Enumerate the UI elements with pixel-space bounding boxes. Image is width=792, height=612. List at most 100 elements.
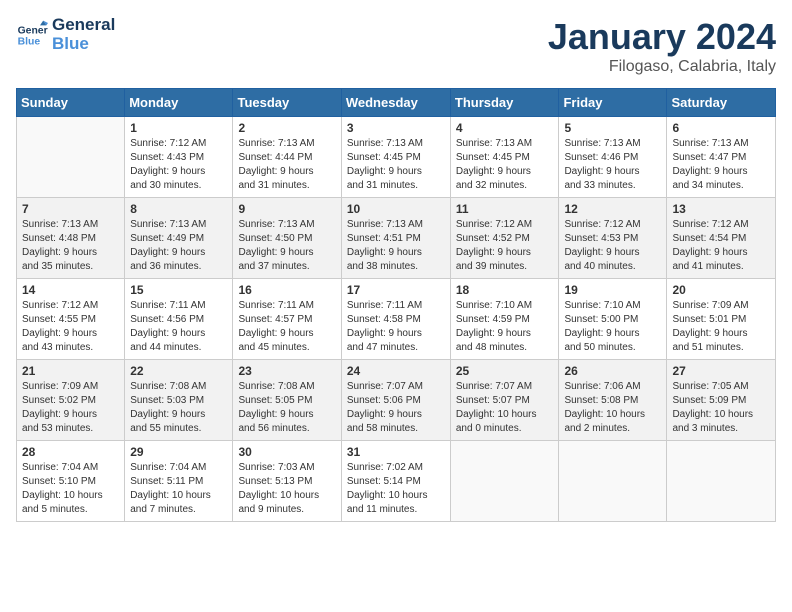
svg-text:Blue: Blue (18, 36, 41, 47)
calendar-cell: 20 Sunrise: 7:09 AMSunset: 5:01 PMDayligh… (667, 279, 776, 360)
day-number: 25 (456, 364, 554, 378)
calendar-cell: 4Sunrise: 7:13 AMSunset: 4:45 PMDaylight… (450, 117, 559, 198)
day-number: 21 (22, 364, 119, 378)
calendar-cell: 26Sunrise: 7:06 AMSunset: 5:08 PMDayligh… (559, 360, 667, 441)
calendar-cell: 15Sunrise: 7:11 AMSunset: 4:56 PMDayligh… (125, 279, 233, 360)
weekday-header-tuesday: Tuesday (233, 89, 341, 117)
calendar-cell: 10 Sunrise: 7:13 AMSunset: 4:51 PMDayligh… (341, 198, 450, 279)
day-info: Sunrise: 7:11 AMSunset: 4:58 PMDaylight:… (347, 299, 445, 355)
calendar-cell: 2 Sunrise: 7:13 AMSunset: 4:44 PMDaylight… (233, 117, 341, 198)
location-title: Filogaso, Calabria, Italy (548, 58, 776, 76)
calendar-cell: 30Sunrise: 7:03 AMSunset: 5:13 PMDayligh… (233, 441, 341, 522)
day-info: Sunrise: 7:10 AMSunset: 4:59 PMDaylight:… (456, 299, 554, 355)
weekday-header-thursday: Thursday (450, 89, 559, 117)
day-number: 26 (564, 364, 661, 378)
calendar-cell: 16 Sunrise: 7:11 AMSunset: 4:57 PMDayligh… (233, 279, 341, 360)
weekday-header-row: SundayMondayTuesdayWednesdayThursdayFrid… (17, 89, 776, 117)
day-info: Sunrise: 7:04 AMSunset: 5:10 PMDaylight:… (22, 461, 119, 517)
day-number: 19 (564, 283, 661, 297)
calendar-cell: 8 Sunrise: 7:13 AMSunset: 4:49 PMDaylight… (125, 198, 233, 279)
day-number: 1 (130, 121, 227, 135)
day-number: 3 (347, 121, 445, 135)
calendar-cell: 1 Sunrise: 7:12 AMSunset: 4:43 PMDaylight… (125, 117, 233, 198)
calendar-cell: 28 Sunrise: 7:04 AMSunset: 5:10 PMDayligh… (17, 441, 125, 522)
day-number: 11 (456, 202, 554, 216)
day-info: Sunrise: 7:12 AMSunset: 4:52 PMDaylight:… (456, 218, 554, 274)
calendar-table: SundayMondayTuesdayWednesdayThursdayFrid… (16, 88, 776, 522)
weekday-header-wednesday: Wednesday (341, 89, 450, 117)
day-info: Sunrise: 7:11 AMSunset: 4:57 PMDaylight:… (238, 299, 335, 355)
day-number: 20 (672, 283, 770, 297)
day-info: Sunrise: 7:02 AMSunset: 5:14 PMDaylight:… (347, 461, 445, 517)
calendar-cell (450, 441, 559, 522)
day-info: Sunrise: 7:13 AMSunset: 4:50 PMDaylight:… (238, 218, 335, 274)
day-info: Sunrise: 7:07 AMSunset: 5:06 PMDaylight:… (347, 380, 445, 436)
day-info: Sunrise: 7:13 AMSunset: 4:45 PMDaylight:… (456, 137, 554, 193)
calendar-cell: 7 Sunrise: 7:13 AMSunset: 4:48 PMDaylight… (17, 198, 125, 279)
day-info: Sunrise: 7:13 AMSunset: 4:47 PMDaylight:… (672, 137, 770, 193)
svg-text:General: General (18, 25, 48, 36)
day-number: 2 (238, 121, 335, 135)
weekday-header-monday: Monday (125, 89, 233, 117)
day-number: 7 (22, 202, 119, 216)
day-info: Sunrise: 7:09 AMSunset: 5:02 PMDaylight:… (22, 380, 119, 436)
calendar-week-row: 21 Sunrise: 7:09 AMSunset: 5:02 PMDayligh… (17, 360, 776, 441)
day-number: 6 (672, 121, 770, 135)
calendar-cell: 5Sunrise: 7:13 AMSunset: 4:46 PMDaylight… (559, 117, 667, 198)
day-info: Sunrise: 7:12 AMSunset: 4:55 PMDaylight:… (22, 299, 119, 355)
day-number: 13 (672, 202, 770, 216)
day-info: Sunrise: 7:12 AMSunset: 4:53 PMDaylight:… (564, 218, 661, 274)
day-number: 24 (347, 364, 445, 378)
calendar-cell: 9 Sunrise: 7:13 AMSunset: 4:50 PMDaylight… (233, 198, 341, 279)
day-info: Sunrise: 7:13 AMSunset: 4:49 PMDaylight:… (130, 218, 227, 274)
day-info: Sunrise: 7:08 AMSunset: 5:05 PMDaylight:… (238, 380, 335, 436)
day-info: Sunrise: 7:10 AMSunset: 5:00 PMDaylight:… (564, 299, 661, 355)
day-info: Sunrise: 7:13 AMSunset: 4:48 PMDaylight:… (22, 218, 119, 274)
calendar-week-row: 1 Sunrise: 7:12 AMSunset: 4:43 PMDaylight… (17, 117, 776, 198)
logo-text-line2: Blue (52, 35, 115, 54)
calendar-week-row: 7 Sunrise: 7:13 AMSunset: 4:48 PMDaylight… (17, 198, 776, 279)
calendar-cell: 24 Sunrise: 7:07 AMSunset: 5:06 PMDayligh… (341, 360, 450, 441)
calendar-cell: 22Sunrise: 7:08 AMSunset: 5:03 PMDayligh… (125, 360, 233, 441)
logo-icon: General Blue (16, 19, 48, 51)
day-info: Sunrise: 7:12 AMSunset: 4:54 PMDaylight:… (672, 218, 770, 274)
calendar-week-row: 14Sunrise: 7:12 AMSunset: 4:55 PMDayligh… (17, 279, 776, 360)
day-info: Sunrise: 7:13 AMSunset: 4:44 PMDaylight:… (238, 137, 335, 193)
day-number: 31 (347, 445, 445, 459)
day-number: 10 (347, 202, 445, 216)
day-number: 17 (347, 283, 445, 297)
day-info: Sunrise: 7:04 AMSunset: 5:11 PMDaylight:… (130, 461, 227, 517)
day-number: 18 (456, 283, 554, 297)
day-number: 12 (564, 202, 661, 216)
day-number: 9 (238, 202, 335, 216)
day-number: 28 (22, 445, 119, 459)
day-number: 15 (130, 283, 227, 297)
weekday-header-friday: Friday (559, 89, 667, 117)
weekday-header-saturday: Saturday (667, 89, 776, 117)
day-info: Sunrise: 7:05 AMSunset: 5:09 PMDaylight:… (672, 380, 770, 436)
calendar-cell: 13 Sunrise: 7:12 AMSunset: 4:54 PMDayligh… (667, 198, 776, 279)
day-number: 16 (238, 283, 335, 297)
calendar-cell: 27Sunrise: 7:05 AMSunset: 5:09 PMDayligh… (667, 360, 776, 441)
day-number: 30 (238, 445, 335, 459)
calendar-cell: 11 Sunrise: 7:12 AMSunset: 4:52 PMDayligh… (450, 198, 559, 279)
page-header: General Blue General Blue January 2024 F… (16, 16, 776, 76)
day-info: Sunrise: 7:07 AMSunset: 5:07 PMDaylight:… (456, 380, 554, 436)
day-info: Sunrise: 7:13 AMSunset: 4:51 PMDaylight:… (347, 218, 445, 274)
day-info: Sunrise: 7:09 AMSunset: 5:01 PMDaylight:… (672, 299, 770, 355)
calendar-cell: 6 Sunrise: 7:13 AMSunset: 4:47 PMDaylight… (667, 117, 776, 198)
calendar-cell: 17 Sunrise: 7:11 AMSunset: 4:58 PMDayligh… (341, 279, 450, 360)
day-info: Sunrise: 7:13 AMSunset: 4:45 PMDaylight:… (347, 137, 445, 193)
day-number: 5 (564, 121, 661, 135)
day-info: Sunrise: 7:12 AMSunset: 4:43 PMDaylight:… (130, 137, 227, 193)
calendar-cell: 21 Sunrise: 7:09 AMSunset: 5:02 PMDayligh… (17, 360, 125, 441)
calendar-cell: 29 Sunrise: 7:04 AMSunset: 5:11 PMDayligh… (125, 441, 233, 522)
day-number: 29 (130, 445, 227, 459)
day-number: 8 (130, 202, 227, 216)
calendar-cell: 31 Sunrise: 7:02 AMSunset: 5:14 PMDayligh… (341, 441, 450, 522)
calendar-cell: 14Sunrise: 7:12 AMSunset: 4:55 PMDayligh… (17, 279, 125, 360)
day-number: 22 (130, 364, 227, 378)
calendar-cell: 3 Sunrise: 7:13 AMSunset: 4:45 PMDaylight… (341, 117, 450, 198)
calendar-week-row: 28 Sunrise: 7:04 AMSunset: 5:10 PMDayligh… (17, 441, 776, 522)
month-title: January 2024 (548, 16, 776, 58)
